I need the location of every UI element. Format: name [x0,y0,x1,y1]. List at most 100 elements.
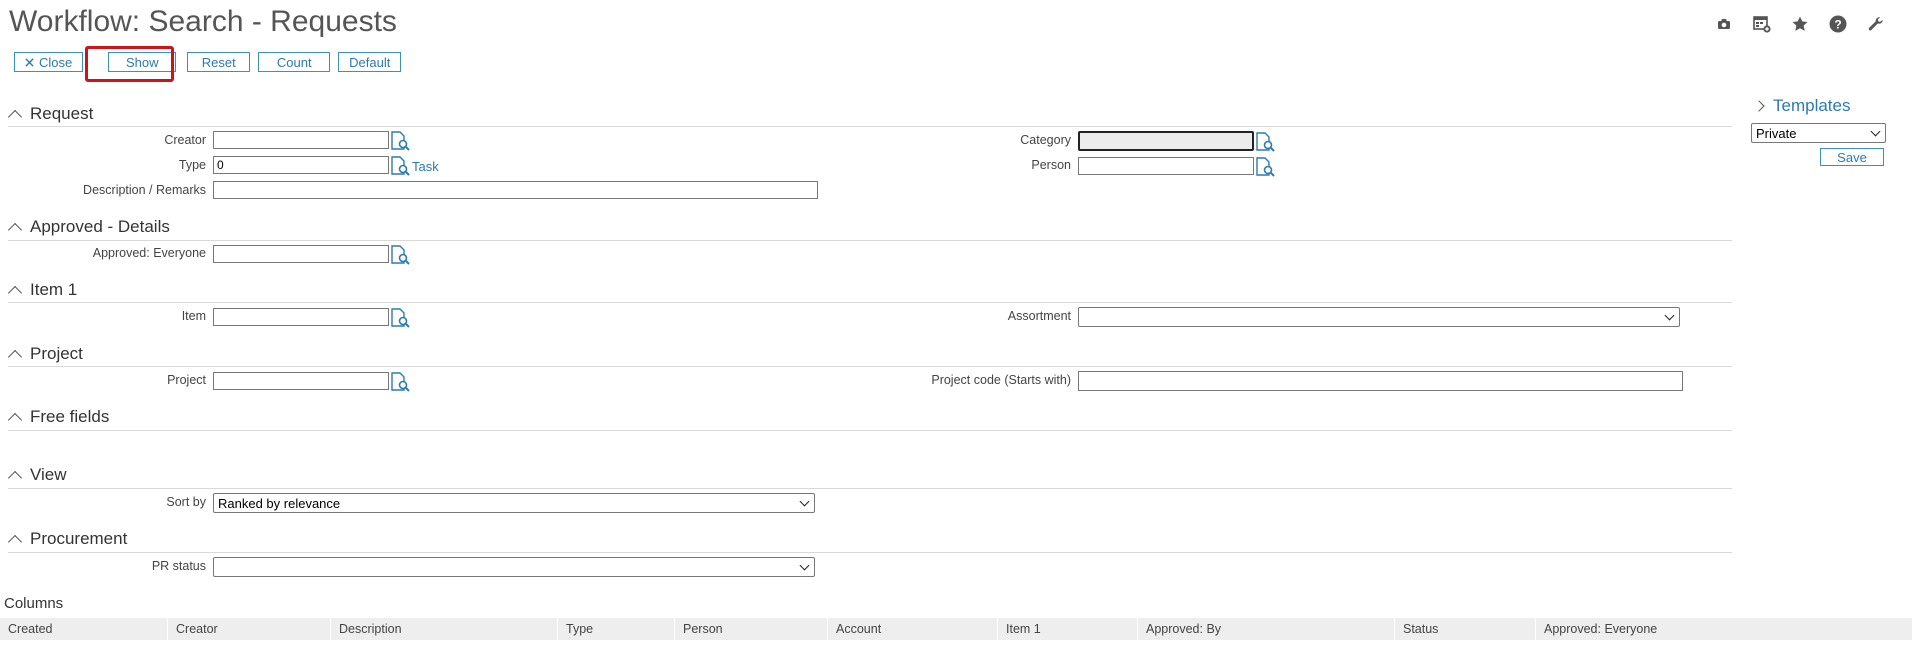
creator-label: Creator [164,133,206,147]
chevron-up-icon [7,412,23,427]
chevron-down-icon [1870,126,1881,136]
section-title-procurement: Procurement [30,529,128,548]
count-button-label: Count [276,54,312,70]
template-scope-value: Private [1756,125,1797,141]
chevron-up-icon [7,534,23,549]
section-divider [8,366,1732,367]
person-input[interactable] [1078,157,1254,175]
type-task-link[interactable]: Task [412,159,439,174]
section-divider [8,240,1732,241]
show-button-highlight [85,46,174,82]
column-header[interactable]: Approved: Everyone [1536,618,1912,640]
column-header[interactable]: Account [828,618,998,640]
project-label: Project [167,373,206,387]
approved-everyone-input[interactable] [213,245,389,263]
camera-icon[interactable] [1712,12,1736,36]
section-title-project: Project [30,344,83,363]
item-input[interactable] [213,308,389,326]
chevron-down-icon [1664,310,1675,320]
lookup-icon[interactable] [390,308,410,328]
column-header[interactable]: Approved: By [1138,618,1395,640]
chevron-right-icon [1753,100,1765,112]
lookup-icon[interactable] [390,156,410,176]
project-code-label: Project code (Starts with) [931,373,1071,387]
creator-input[interactable] [213,131,389,149]
approved-everyone-label: Approved: Everyone [92,246,206,260]
sort-by-select-value: Ranked by relevance [218,495,341,511]
columns-title: Columns [4,595,64,612]
lookup-icon[interactable] [390,245,410,265]
column-header[interactable]: Person [675,618,828,640]
chevron-up-icon [7,109,23,124]
columns-header-row: Created Creator Description Type Person … [0,618,1912,640]
column-header[interactable]: Created [0,618,168,640]
person-label: Person [1031,158,1071,172]
reset-button[interactable]: Reset [187,52,251,72]
chevron-down-icon [799,496,810,506]
description-label: Description / Remarks [83,183,206,197]
default-button[interactable]: Default [338,52,402,72]
category-input[interactable] [1078,131,1254,151]
templates-toggle[interactable]: Templates [1753,96,1851,116]
template-scope-select[interactable]: Private [1751,123,1886,143]
section-title-item1: Item 1 [30,280,78,299]
chevron-down-icon [799,560,810,570]
svg-text:?: ? [1834,17,1841,31]
pr-status-select[interactable] [213,557,815,577]
lookup-icon[interactable] [390,131,410,151]
lookup-icon[interactable] [1255,157,1275,177]
assortment-label: Assortment [1007,309,1071,323]
default-button-label: Default [349,54,391,70]
column-header[interactable]: Creator [168,618,331,640]
section-header-free-fields[interactable]: Free fields [7,407,109,427]
section-divider [8,488,1732,489]
column-header[interactable]: Type [558,618,675,640]
count-button[interactable]: Count [258,52,331,72]
section-header-procurement[interactable]: Procurement [7,529,128,549]
action-toolbar: Close Show Reset Count Default [14,52,402,72]
calendar-add-icon[interactable] [1750,12,1774,36]
description-input[interactable] [213,181,818,199]
help-icon[interactable]: ? [1826,12,1850,36]
chevron-up-icon [7,222,23,237]
category-label: Category [1020,133,1071,147]
section-header-request[interactable]: Request [7,104,94,124]
chevron-up-icon [7,470,23,485]
assortment-select[interactable] [1078,307,1680,327]
column-header[interactable]: Description [331,618,558,640]
type-input[interactable] [213,156,389,174]
type-label: Type [178,158,206,172]
close-button[interactable]: Close [14,52,84,72]
section-header-item1[interactable]: Item 1 [7,280,78,300]
section-header-project[interactable]: Project [7,344,83,364]
section-header-approved-details[interactable]: Approved - Details [7,217,170,237]
section-divider [8,430,1732,431]
section-title-request: Request [30,104,94,123]
section-divider [8,302,1732,303]
top-toolbar-icons: ? [1712,12,1888,36]
templates-title: Templates [1773,96,1851,115]
section-divider [8,552,1732,553]
close-icon [25,57,34,67]
wrench-icon[interactable] [1864,12,1888,36]
project-input[interactable] [213,372,389,390]
sort-by-select[interactable]: Ranked by relevance [213,493,815,513]
section-title-view: View [30,465,67,484]
reset-button-label: Reset [201,54,236,70]
lookup-icon[interactable] [390,372,410,392]
template-save-label: Save [1837,149,1867,165]
section-title-approved-details: Approved - Details [30,217,170,236]
star-icon[interactable] [1788,12,1812,36]
section-header-view[interactable]: View [7,465,67,485]
template-save-button[interactable]: Save [1820,148,1884,166]
chevron-up-icon [7,285,23,300]
column-header[interactable]: Status [1395,618,1536,640]
sort-by-label: Sort by [166,495,206,509]
lookup-icon[interactable] [1255,132,1275,152]
chevron-up-icon [7,349,23,364]
column-header[interactable]: Item 1 [998,618,1138,640]
section-divider [8,126,1732,127]
item-label: Item [181,309,206,323]
project-code-input[interactable] [1078,371,1683,391]
page-title: Workflow: Search - Requests [9,5,397,38]
